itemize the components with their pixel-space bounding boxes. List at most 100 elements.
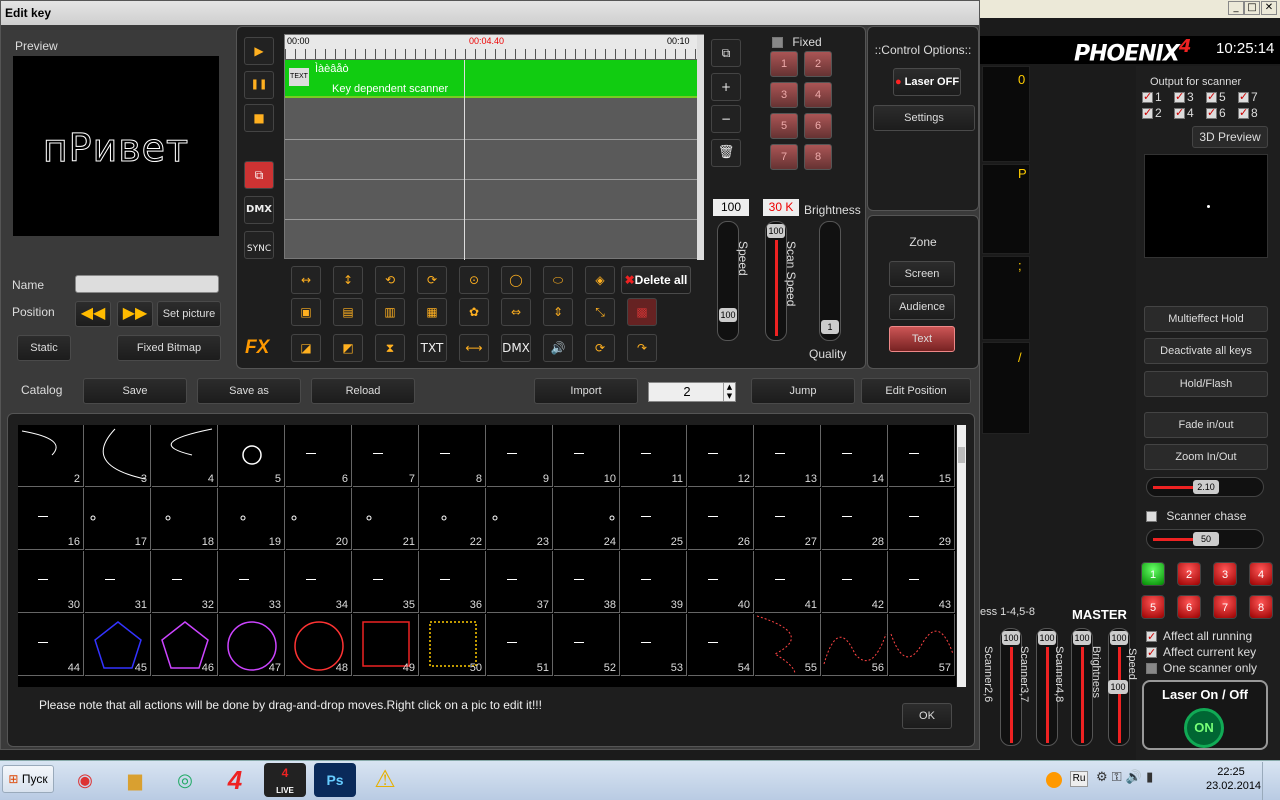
catalog-item[interactable]: 24 [554,488,620,550]
catalog-grid[interactable]: 2 3 4 5 6 7 8 9 10 11 12 13 14 15 16 17 18 19 20 21 22 23 24 25… [18,425,956,687]
fx-effect-icon[interactable]: ⊙ [459,266,489,294]
language-indicator[interactable]: Ru [1070,771,1088,787]
catalog-item[interactable]: 26 [688,488,754,550]
fx-effect-icon[interactable]: ◪ [291,334,321,362]
ok-button[interactable]: OK [902,703,952,729]
show-desktop-button[interactable] [1262,762,1280,800]
zone-text-button[interactable]: Text [889,326,955,352]
catalog-item[interactable]: 30 [18,551,84,613]
catalog-item[interactable]: 14 [822,425,888,487]
catalog-item[interactable]: 38 [554,551,620,613]
master-slider-value[interactable]: 100 [1038,631,1056,645]
fx-effect-icon[interactable]: ◩ [333,334,363,362]
deactivate-all-keys-button[interactable]: Deactivate all keys [1144,338,1268,364]
fx-effect-icon[interactable]: ▤ [333,298,363,326]
phoenix4-icon[interactable]: 4 [214,763,256,797]
catalog-item[interactable]: 35 [353,551,419,613]
close-button[interactable]: ✕ [1261,1,1277,15]
fade-in-out-button[interactable]: Fade in/out [1144,412,1268,438]
scanner-button-1[interactable]: 1 [1141,562,1165,586]
catalog-item[interactable]: 44 [18,614,84,676]
fixed-scanner-button[interactable]: 5 [770,113,798,139]
speed-slider[interactable]: 100 [717,221,739,341]
catalog-item[interactable]: 39 [621,551,687,613]
fx-effect-icon[interactable]: TXT [417,334,447,362]
catalog-item[interactable]: 22 [420,488,486,550]
catalog-item[interactable]: 28 [822,488,888,550]
scanner-button-2[interactable]: 2 [1177,562,1201,586]
catalog-item[interactable]: 16 [18,488,84,550]
catalog-item[interactable]: 51 [487,614,553,676]
fx-effect-icon[interactable]: 🔊 [543,334,573,362]
scan-speed-value[interactable]: 30 K [763,199,799,216]
zone-audience-button[interactable]: Audience [889,294,955,320]
catalog-item[interactable]: 21 [353,488,419,550]
start-button[interactable]: ⊞ Пуск [2,765,54,793]
3d-preview-button[interactable]: 3D Preview [1192,126,1268,148]
scanner-button-7[interactable]: 7 [1213,595,1237,619]
scanner-output-4[interactable]: 4 [1174,106,1194,120]
save-button[interactable]: Save [83,378,187,404]
affect-checkbox[interactable] [1146,629,1157,645]
name-input[interactable] [75,275,219,293]
phoenix4-live-icon[interactable]: 4 LIVE [264,763,306,797]
spinner-value[interactable]: 2 [649,383,725,401]
fx-effect-icon[interactable]: ▣ [291,298,321,326]
scanner-output-1[interactable]: 1 [1142,90,1162,104]
catalog-item[interactable]: 3 [85,425,151,487]
catalog-item[interactable]: 33 [219,551,285,613]
catalog-item[interactable]: 36 [420,551,486,613]
affect-checkbox[interactable] [1146,663,1157,675]
laser-off-button[interactable]: ● Laser OFF [893,68,961,96]
scanner-output-checkbox[interactable] [1206,90,1217,104]
fx-effect-icon[interactable]: ⟳ [585,334,615,362]
catalog-item[interactable]: 5 [219,425,285,487]
fixed-option[interactable]: Fixed [772,35,822,49]
master-slider-value[interactable]: 100 [1073,631,1091,645]
catalog-item[interactable]: 31 [85,551,151,613]
fx-effect-icon[interactable]: ↕ [333,266,363,294]
fx-effect-icon[interactable]: ↔ [291,266,321,294]
set-picture-button[interactable]: Set picture [157,301,221,327]
zone-screen-button[interactable]: Screen [889,261,955,287]
timeline[interactable]: 00:00 00:04.40 00:10 TEXT Ìàèâåò Key dep… [284,34,704,260]
zoom-out-icon[interactable]: − [711,105,741,133]
scanner-output-checkbox[interactable] [1174,106,1185,120]
fixed-scanner-button[interactable]: 1 [770,51,798,77]
fixed-scanner-button[interactable]: 4 [804,82,832,108]
scanner-output-3[interactable]: 3 [1174,90,1194,104]
multieffect-hold-button[interactable]: Multieffect Hold [1144,306,1268,332]
catalog-item[interactable]: 32 [152,551,218,613]
catalog-item[interactable]: 37 [487,551,553,613]
minimize-button[interactable]: _ [1228,1,1244,15]
scanner-output-6[interactable]: 6 [1206,106,1226,120]
catalog-item[interactable]: 12 [688,425,754,487]
scanner-output-checkbox[interactable] [1238,90,1249,104]
scanner-button-3[interactable]: 3 [1213,562,1237,586]
affect-option[interactable]: One scanner only [1146,660,1257,676]
catalog-item[interactable]: 13 [755,425,821,487]
catalog-item[interactable]: 18 [152,488,218,550]
fixed-bitmap-button[interactable]: Fixed Bitmap [117,335,221,361]
fixed-scanner-button[interactable]: 8 [804,144,832,170]
catalog-item[interactable]: 25 [621,488,687,550]
catalog-item[interactable]: 15 [889,425,955,487]
scanner-output-checkbox[interactable] [1174,90,1185,104]
track-key[interactable]: TEXT Ìàèâåò Key dependent scanner [285,60,697,98]
folder-icon[interactable]: ▆ [114,763,156,797]
tray-clock[interactable]: 22:25 23.02.2014 [1206,765,1261,793]
reload-button[interactable]: Reload [311,378,415,404]
scanner-button-5[interactable]: 5 [1141,595,1165,619]
zoom-in-out-button[interactable]: Zoom In/Out [1144,444,1268,470]
scanner-output-checkbox[interactable] [1206,106,1217,120]
catalog-item[interactable]: 45 [85,614,151,676]
catalog-scrollbar[interactable] [957,425,966,687]
laser-on-button[interactable]: ON [1184,708,1224,748]
fx-effect-icon[interactable]: ⇕ [543,298,573,326]
catalog-item[interactable]: 42 [822,551,888,613]
trash-icon[interactable]: 🗑 [711,139,741,167]
catalog-item[interactable]: 43 [889,551,955,613]
fixed-checkbox[interactable] [772,37,783,49]
timeline-ruler[interactable]: 00:00 00:04.40 00:10 [285,35,697,59]
scanner-output-checkbox[interactable] [1142,106,1153,120]
